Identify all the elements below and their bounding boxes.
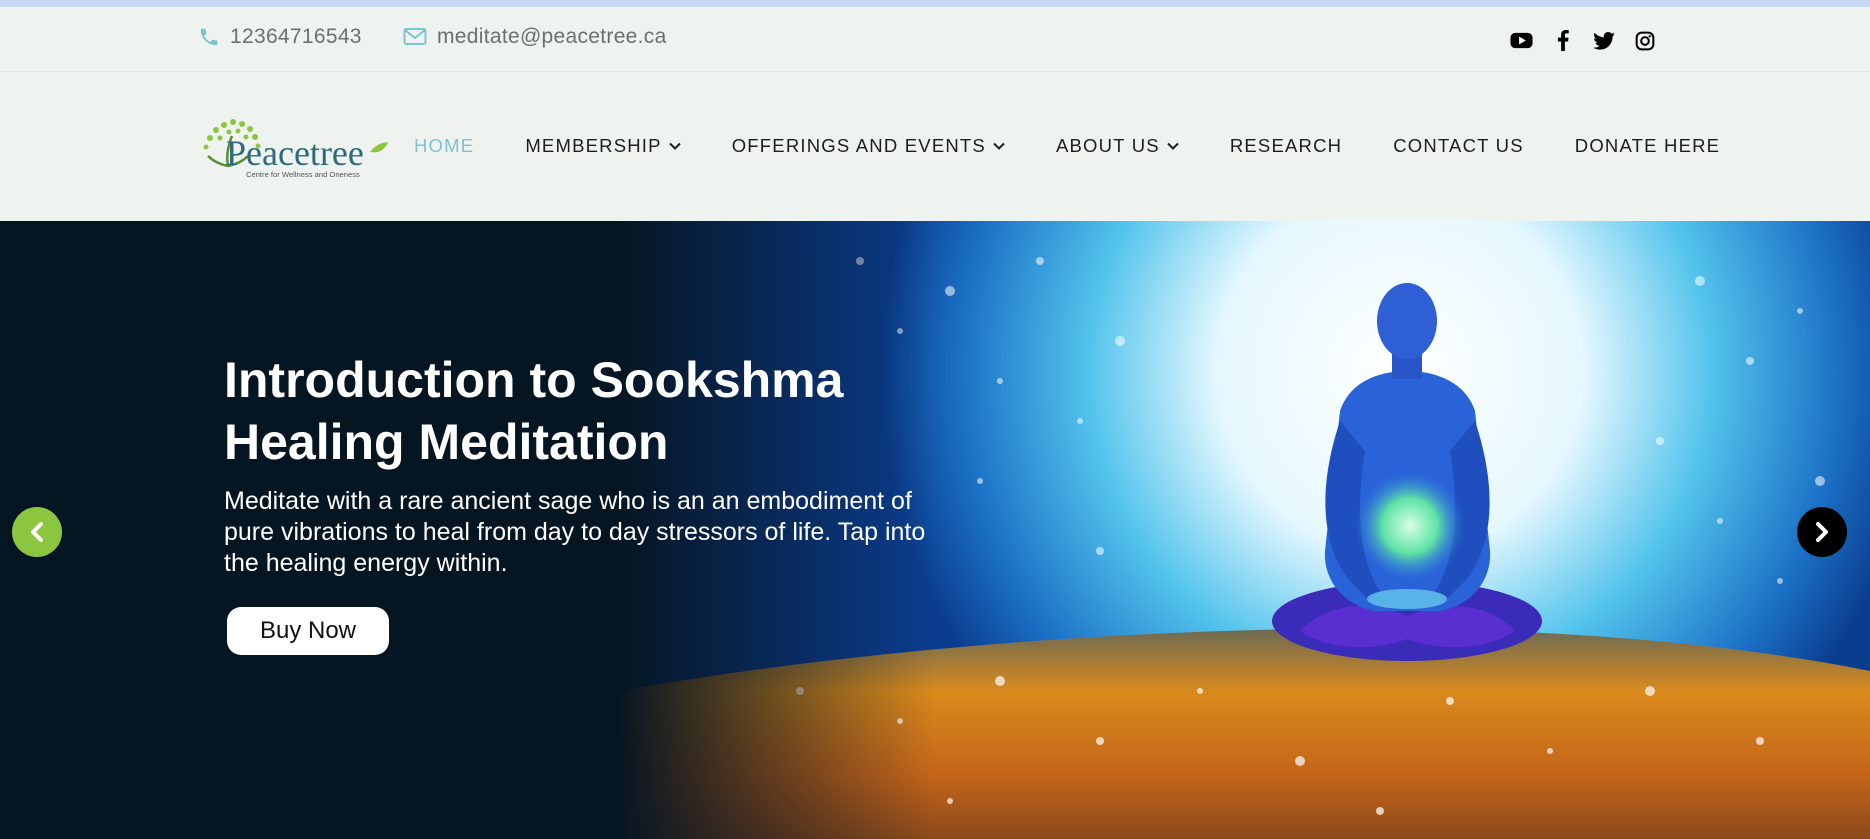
primary-nav: HOME MEMBERSHIP OFFERINGS AND EVENTS ABO…: [414, 135, 1771, 157]
site-logo[interactable]: Peacetree Centre for Wellness and Onenes…: [198, 116, 388, 180]
facebook-icon[interactable]: [1551, 29, 1574, 52]
phone-number: 12364716543: [230, 25, 362, 48]
email-contact[interactable]: meditate@peacetree.ca: [403, 25, 667, 49]
main-navbar: Peacetree Centre for Wellness and Onenes…: [0, 73, 1870, 221]
nav-item-membership[interactable]: MEMBERSHIP: [525, 135, 681, 157]
nav-item-about-us[interactable]: ABOUT US: [1056, 135, 1179, 157]
chevron-down-icon: [993, 142, 1005, 150]
hero-title: Introduction to Sookshma Healing Meditat…: [224, 352, 844, 470]
email-address: meditate@peacetree.ca: [437, 25, 667, 48]
nav-item-label: ABOUT US: [1055, 135, 1160, 156]
slider-next-button[interactable]: [1797, 507, 1847, 557]
social-links: [1510, 29, 1656, 52]
nav-item-label: MEMBERSHIP: [525, 135, 662, 156]
nav-item-label: RESEARCH: [1229, 135, 1343, 156]
chevron-right-icon: [1816, 522, 1828, 542]
chevron-left-icon: [31, 522, 43, 542]
nav-item-offerings-and-events[interactable]: OFFERINGS AND EVENTS: [732, 135, 1005, 157]
envelope-icon: [403, 28, 427, 45]
nav-item-home[interactable]: HOME: [414, 135, 474, 157]
logo-wordmark: Peacetree: [226, 133, 364, 173]
youtube-icon[interactable]: [1510, 29, 1533, 52]
hero-subtitle: Meditate with a rare ancient sage who is…: [224, 487, 926, 577]
chevron-down-icon: [668, 142, 681, 150]
top-contact-bar: 12364716543 meditate@peacetree.ca: [0, 7, 1870, 72]
twitter-icon[interactable]: [1592, 29, 1615, 52]
hero-slider: Introduction to Sookshma Healing Meditat…: [0, 221, 1870, 839]
nav-item-label: CONTACT US: [1393, 135, 1524, 156]
peacetree-logo-icon: Peacetree Centre for Wellness and Onenes…: [203, 119, 388, 179]
buy-now-button[interactable]: Buy Now: [227, 607, 389, 655]
phone-contact[interactable]: 12364716543: [198, 25, 362, 49]
phone-icon: [200, 28, 218, 46]
nav-item-label: HOME: [414, 135, 475, 156]
nav-item-label: OFFERINGS AND EVENTS: [731, 135, 986, 156]
nav-item-label: DONATE HERE: [1574, 135, 1721, 156]
chevron-down-icon: [1167, 142, 1179, 150]
logo-tagline: Centre for Wellness and Oneness: [246, 170, 360, 179]
nav-item-donate-here[interactable]: DONATE HERE: [1575, 135, 1720, 157]
nav-item-research[interactable]: RESEARCH: [1230, 135, 1342, 157]
instagram-icon[interactable]: [1633, 29, 1656, 52]
nav-item-contact-us[interactable]: CONTACT US: [1393, 135, 1524, 157]
top-accent-strip: [0, 0, 1870, 7]
slider-prev-button[interactable]: [12, 507, 62, 557]
